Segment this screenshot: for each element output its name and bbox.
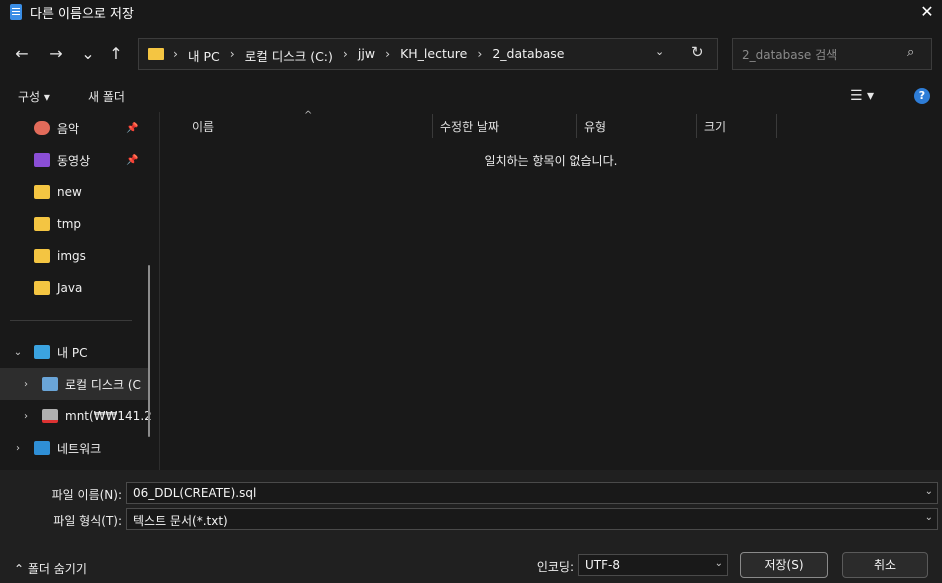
sidebar-item-music[interactable]: 음악 📌 — [0, 112, 155, 144]
breadcrumb-separator: › — [385, 46, 391, 61]
sidebar-item-videos[interactable]: 동영상 📌 — [0, 144, 155, 176]
title-bar: 다른 이름으로 저장 ✕ — [0, 0, 942, 24]
sidebar-item-label: 네트워크 — [57, 441, 102, 456]
chevron-right-icon[interactable]: › — [18, 411, 34, 422]
sidebar-item-network-drive[interactable]: › mnt(₩₩141.2 — [0, 400, 155, 432]
sidebar-item-label: 로컬 디스크 (C — [65, 377, 141, 392]
column-divider[interactable] — [696, 114, 697, 138]
sidebar-item-new[interactable]: new — [0, 176, 155, 208]
breadcrumb-item-jjw[interactable]: jjw — [358, 46, 375, 65]
column-divider[interactable] — [432, 114, 433, 138]
save-button[interactable]: 저장(S) — [740, 552, 828, 578]
column-divider[interactable] — [776, 114, 777, 138]
search-placeholder: 2_database 검색 — [742, 48, 838, 62]
forward-arrow-icon[interactable]: → — [44, 40, 68, 68]
folder-icon — [34, 185, 50, 199]
encoding-label: 인코딩: — [536, 560, 574, 574]
sidebar-item-this-pc[interactable]: ⌄ 내 PC — [0, 336, 155, 368]
breadcrumb-item-local-disk[interactable]: 로컬 디스크 (C:) — [245, 46, 333, 65]
pin-icon[interactable]: 📌 — [126, 155, 138, 166]
column-header-date-modified[interactable]: 수정한 날짜 — [440, 118, 499, 135]
breadcrumb-separator: › — [229, 46, 235, 61]
chevron-down-icon[interactable]: ⌄ — [925, 486, 933, 497]
chevron-right-icon[interactable]: › — [18, 379, 34, 390]
help-icon[interactable]: ? — [914, 88, 930, 104]
computer-icon — [34, 345, 50, 359]
sidebar-divider — [10, 320, 132, 321]
sidebar-item-label: mnt(₩₩141.2 — [65, 409, 152, 423]
folder-icon — [34, 281, 50, 295]
file-list[interactable]: 이름 ^ 수정한 날짜 유형 크기 일치하는 항목이 없습니다. — [160, 110, 942, 470]
window-title: 다른 이름으로 저장 — [30, 7, 134, 22]
address-bar[interactable]: › 내 PC › 로컬 디스크 (C:) › jjw › KH_lecture … — [138, 38, 718, 70]
up-arrow-icon[interactable]: ↑ — [104, 40, 128, 68]
sidebar-item-local-disk[interactable]: › 로컬 디스크 (C — [0, 368, 148, 400]
breadcrumb-item-kh-lecture[interactable]: KH_lecture — [400, 46, 467, 65]
sidebar-item-imgs[interactable]: imgs — [0, 240, 155, 272]
sidebar-item-label: imgs — [57, 249, 86, 263]
sidebar-scrollbar[interactable] — [148, 265, 150, 437]
column-header-size[interactable]: 크기 — [704, 118, 726, 135]
chevron-down-icon[interactable]: ⌄ — [10, 347, 26, 358]
new-folder-button[interactable]: 새 폴더 — [88, 88, 125, 105]
breadcrumb: › 내 PC › 로컬 디스크 (C:) › jjw › KH_lecture … — [173, 46, 574, 65]
disconnected-drive-icon — [42, 409, 58, 423]
video-icon — [34, 153, 50, 167]
music-icon — [34, 121, 50, 135]
hide-folders-button[interactable]: ⌃ 폴더 숨기기 — [14, 560, 87, 577]
sidebar-item-label: 내 PC — [57, 345, 88, 360]
network-icon — [34, 441, 50, 455]
back-arrow-icon[interactable]: ← — [10, 40, 34, 68]
breadcrumb-separator: › — [342, 46, 348, 61]
pin-icon[interactable]: 📌 — [126, 123, 138, 134]
filename-input[interactable]: 06_DDL(CREATE).sql ⌄ — [126, 482, 938, 504]
folder-icon — [34, 249, 50, 263]
encoding-value: UTF-8 — [585, 558, 620, 572]
column-header-type[interactable]: 유형 — [584, 118, 606, 135]
filename-value: 06_DDL(CREATE).sql — [133, 486, 257, 500]
breadcrumb-item-pc[interactable]: 내 PC — [188, 46, 220, 65]
column-divider[interactable] — [576, 114, 577, 138]
cancel-button[interactable]: 취소 — [842, 552, 928, 578]
sidebar-item-label: Java — [57, 281, 83, 295]
sidebar-item-java[interactable]: Java — [0, 272, 155, 304]
column-header-name[interactable]: 이름 — [192, 118, 214, 135]
folder-icon — [34, 217, 50, 231]
filename-label: 파일 이름(N): — [51, 488, 122, 502]
refresh-icon[interactable]: ↻ — [691, 43, 704, 61]
sidebar-item-label: 음악 — [57, 121, 80, 136]
filetype-label: 파일 형식(T): — [53, 514, 122, 528]
chevron-down-icon[interactable]: ⌄ — [715, 558, 723, 569]
chevron-down-icon[interactable]: ⌄ — [925, 512, 933, 523]
filetype-select[interactable]: 텍스트 문서(*.txt) ⌄ — [126, 508, 938, 530]
search-icon[interactable]: ⌕ — [907, 45, 914, 60]
breadcrumb-separator: › — [173, 46, 178, 61]
save-options-panel: 파일 이름(N): 06_DDL(CREATE).sql ⌄ 파일 형식(T):… — [0, 470, 942, 583]
organize-button[interactable]: 구성 ▾ — [18, 88, 50, 105]
sidebar-item-network[interactable]: › 네트워크 — [0, 432, 155, 464]
filetype-value: 텍스트 문서(*.txt) — [133, 514, 228, 528]
encoding-select[interactable]: UTF-8 ⌄ — [578, 554, 728, 576]
sidebar-item-label: 동영상 — [57, 153, 91, 168]
chevron-right-icon[interactable]: › — [10, 443, 26, 454]
folder-icon — [148, 48, 164, 60]
breadcrumb-separator: › — [477, 46, 483, 61]
breadcrumb-item-2-database[interactable]: 2_database — [492, 46, 564, 65]
search-input[interactable]: 2_database 검색 ⌕ — [732, 38, 932, 70]
sidebar-item-label: new — [57, 185, 82, 199]
notepad-icon — [10, 4, 22, 20]
empty-list-message: 일치하는 항목이 없습니다. — [484, 154, 618, 168]
close-button[interactable]: ✕ — [912, 0, 942, 24]
drive-icon — [42, 377, 58, 391]
address-history-chevron-icon[interactable]: ⌄ — [655, 45, 664, 58]
sidebar-item-label: tmp — [57, 217, 82, 231]
sidebar-item-tmp[interactable]: tmp — [0, 208, 155, 240]
sort-ascending-icon: ^ — [304, 110, 313, 121]
navigation-pane: 음악 📌 동영상 📌 new tmp imgs Java ⌄ 내 PC › 로컬… — [0, 112, 160, 470]
recent-locations-chevron-icon[interactable]: ⌄ — [76, 40, 100, 68]
view-options-icon[interactable]: ☰ ▾ — [850, 88, 874, 104]
